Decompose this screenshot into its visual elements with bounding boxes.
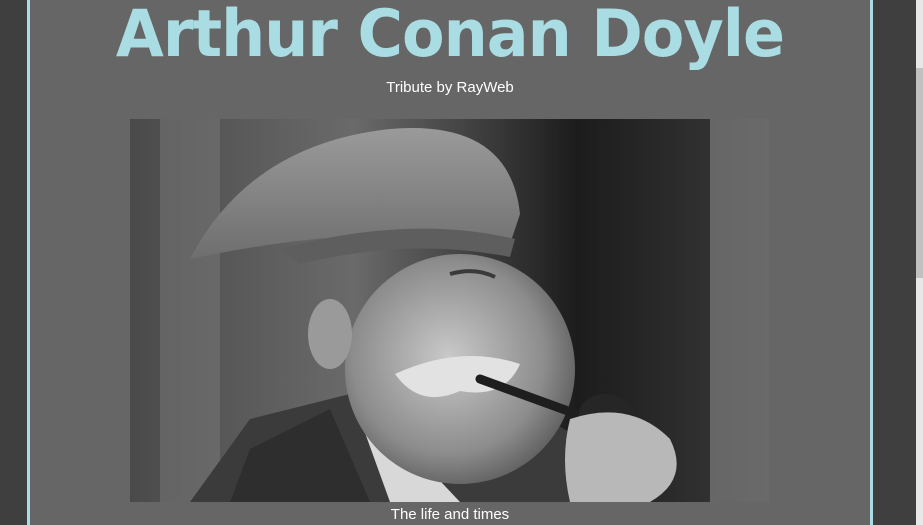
tribute-container: Arthur Conan Doyle Tribute by RayWeb The… [27, 0, 873, 525]
caption: The life and times [390, 506, 510, 523]
scrollbar-thumb[interactable] [916, 68, 923, 278]
portrait-illustration [130, 119, 769, 502]
portrait-image [130, 119, 769, 502]
tagline: Tribute by RayWeb [386, 79, 514, 96]
page-viewport: Arthur Conan Doyle Tribute by RayWeb The… [0, 0, 923, 525]
vertical-scrollbar[interactable] [916, 0, 923, 525]
page-title: Arthur Conan Doyle [115, 0, 785, 72]
